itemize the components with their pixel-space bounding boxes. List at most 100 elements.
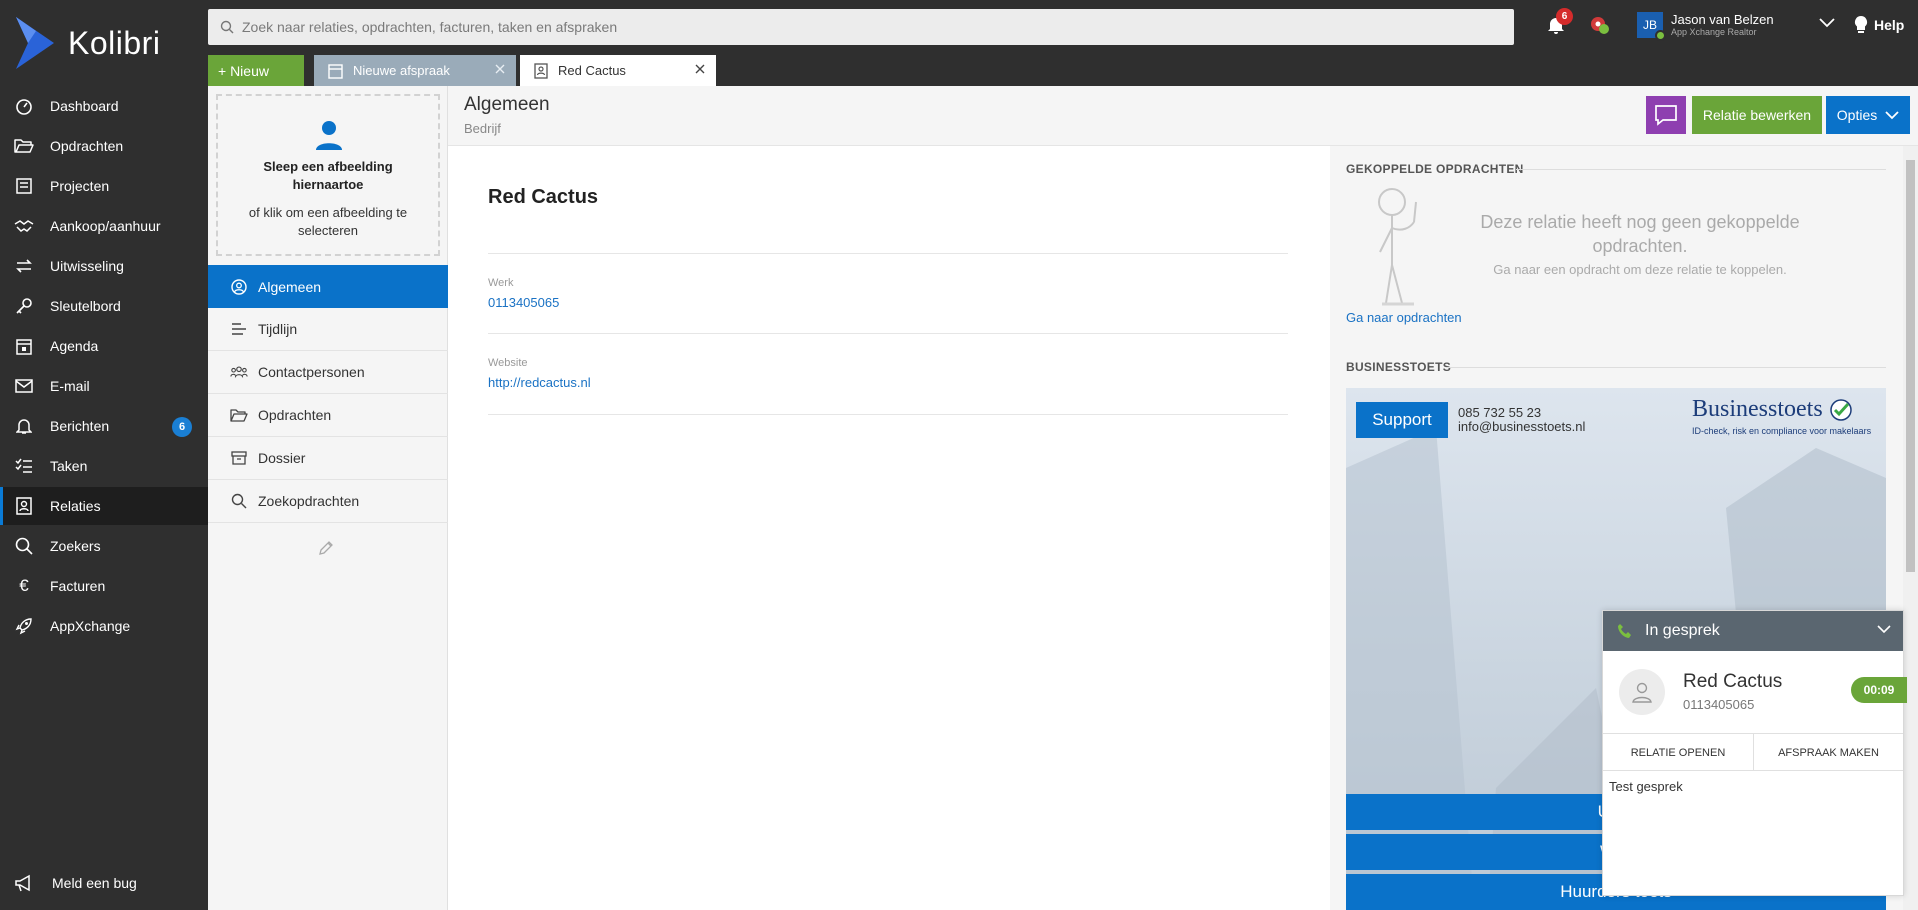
brand-tagline: ID-check, risk en compliance voor makela… xyxy=(1692,426,1872,436)
tab-label: Red Cactus xyxy=(558,63,626,78)
stickman-illustration-icon xyxy=(1378,188,1417,306)
make-appointment-button[interactable]: AFSPRAAK MAKEN xyxy=(1753,734,1903,771)
dropzone-title: Sleep een afbeelding hiernaartoe xyxy=(263,159,393,192)
global-search[interactable] xyxy=(208,9,1514,45)
website-link[interactable]: http://redcactus.nl xyxy=(488,375,591,390)
notification-count-badge: 6 xyxy=(1556,8,1573,25)
call-panel-header[interactable]: In gesprek xyxy=(1603,611,1903,651)
euro-icon: € xyxy=(19,576,29,595)
scrollbar[interactable] xyxy=(1903,146,1918,910)
sidebar-item-appxchange[interactable]: AppXchange xyxy=(0,607,208,645)
timeline-icon xyxy=(230,320,248,338)
phone-icon xyxy=(1618,624,1631,638)
exchange-icon xyxy=(14,256,34,276)
logo[interactable]: Kolibri xyxy=(14,16,160,70)
envelope-icon xyxy=(14,376,34,396)
presence-status-button[interactable] xyxy=(1589,14,1611,36)
new-button[interactable]: + Nieuw xyxy=(208,55,304,86)
page-header: Algemeen Bedrijf Relatie bewerken Opties xyxy=(448,86,1918,146)
field-label-website: Website xyxy=(488,357,528,369)
subnav-item-opdrachten[interactable]: Opdrachten xyxy=(208,394,448,437)
close-icon[interactable] xyxy=(694,63,706,75)
subnav-item-algemeen[interactable]: Algemeen xyxy=(208,265,456,308)
subnav-label: Dossier xyxy=(258,450,306,466)
support-button[interactable]: Support xyxy=(1356,402,1448,438)
chat-button[interactable] xyxy=(1646,96,1686,134)
subnav-label: Zoekopdrachten xyxy=(258,493,360,509)
pencil-icon xyxy=(319,541,333,555)
edit-subnav-button[interactable] xyxy=(318,540,334,556)
options-button[interactable]: Opties xyxy=(1826,96,1910,134)
page-subtitle: Bedrijf xyxy=(464,121,501,136)
sidebar-item-label: Projecten xyxy=(50,178,110,194)
help-button[interactable]: Help xyxy=(1854,15,1904,35)
megaphone-icon xyxy=(14,874,34,892)
empty-state-subtext: Ga naar een opdracht om deze relatie te … xyxy=(1493,262,1787,277)
search-icon xyxy=(220,20,234,34)
edit-relation-button[interactable]: Relatie bewerken xyxy=(1692,96,1822,134)
chat-icon xyxy=(1655,105,1677,126)
close-icon[interactable] xyxy=(494,63,506,75)
sidebar-item-zoekers[interactable]: Zoekers xyxy=(0,527,208,565)
section-divider xyxy=(1516,169,1886,170)
user-menu[interactable]: JB Jason van Belzen App Xchange Realtor xyxy=(1637,12,1774,41)
relation-details: Red Cactus Werk 0113405065 Website http:… xyxy=(448,146,1330,910)
subnav-label: Algemeen xyxy=(258,278,322,295)
subnav-item-zoekopdrachten[interactable]: Zoekopdrachten xyxy=(208,480,448,523)
user-menu-toggle[interactable] xyxy=(1819,18,1835,28)
subnav-item-dossier[interactable]: Dossier xyxy=(208,437,448,480)
relation-name: Red Cactus xyxy=(488,186,599,208)
scrollbar-thumb[interactable] xyxy=(1906,160,1915,572)
logo-text: Kolibri xyxy=(68,24,161,61)
sidebar-item-taken[interactable]: Taken xyxy=(0,447,208,485)
report-bug-link[interactable]: Meld een bug xyxy=(14,874,137,892)
sidebar-item-projecten[interactable]: Projecten xyxy=(0,167,208,205)
sidebar-item-label: Zoekers xyxy=(50,538,101,554)
sidebar-item-dashboard[interactable]: Dashboard xyxy=(0,87,208,125)
sidebar-item-label: Dashboard xyxy=(50,98,119,114)
goto-opdrachten-link[interactable]: Ga naar opdrachten xyxy=(1346,310,1462,325)
sidebar-item-label: E-mail xyxy=(50,378,90,394)
sidebar-item-email[interactable]: E-mail xyxy=(0,367,208,405)
sidebar-item-label: Opdrachten xyxy=(50,138,124,154)
user-icon xyxy=(1632,682,1652,703)
tab-nieuwe-afspraak[interactable]: Nieuwe afspraak xyxy=(314,55,516,86)
subnav-item-tijdlijn[interactable]: Tijdlijn xyxy=(208,308,448,351)
open-relation-button[interactable]: RELATIE OPENEN xyxy=(1603,734,1753,771)
image-dropzone[interactable]: Sleep een afbeelding hiernaartoe of klik… xyxy=(216,94,440,256)
search-input[interactable] xyxy=(242,19,1442,35)
sidebar-item-uitwisseling[interactable]: Uitwisseling xyxy=(0,247,208,285)
empty-state-text: Deze relatie heeft nog geen gekoppelde o… xyxy=(1480,212,1800,256)
caller-name: Red Cactus xyxy=(1683,671,1783,692)
help-label: Help xyxy=(1874,17,1905,33)
banner-phone: 085 732 55 23 xyxy=(1458,405,1542,420)
sidebar-item-sleutelbord[interactable]: Sleutelbord xyxy=(0,287,208,325)
divider xyxy=(488,253,1288,254)
tab-red-cactus[interactable]: Red Cactus xyxy=(520,55,716,86)
tasks-icon xyxy=(14,456,34,476)
dropzone-subtitle: of klik om een afbeelding te selecteren xyxy=(248,205,408,238)
sidebar-item-berichten[interactable]: Berichten 6 xyxy=(0,407,208,445)
avatar: JB xyxy=(1637,12,1666,41)
sidebar-item-opdrachten[interactable]: Opdrachten xyxy=(0,127,208,165)
sidebar-item-relaties[interactable]: Relaties xyxy=(0,487,208,525)
sidebar-item-agenda[interactable]: Agenda xyxy=(0,327,208,365)
banner-email: info@businesstoets.nl xyxy=(1458,419,1586,434)
section-title-businesstoets: BUSINESSTOETS xyxy=(1346,360,1452,374)
brand-name: Businesstoets xyxy=(1692,396,1823,422)
rocket-icon xyxy=(14,616,34,636)
sidebar-item-aankoop[interactable]: Aankoop/aanhuur xyxy=(0,207,208,245)
tab-label: Nieuwe afspraak xyxy=(353,63,450,78)
checkmark-icon xyxy=(1829,399,1852,422)
subnav-item-contactpersonen[interactable]: Contactpersonen xyxy=(208,351,448,394)
contact-card-icon xyxy=(14,496,34,516)
divider xyxy=(488,414,1288,415)
kolibri-logo-icon xyxy=(16,17,54,69)
collapse-call-button[interactable] xyxy=(1877,625,1891,634)
caller-avatar xyxy=(1619,669,1665,715)
phone-link[interactable]: 0113405065 xyxy=(488,295,559,310)
call-notes-input[interactable]: Test gesprek xyxy=(1609,779,1897,889)
archive-icon xyxy=(230,449,248,467)
contact-card-icon xyxy=(534,62,548,79)
sidebar-item-facturen[interactable]: € Facturen xyxy=(0,567,208,605)
